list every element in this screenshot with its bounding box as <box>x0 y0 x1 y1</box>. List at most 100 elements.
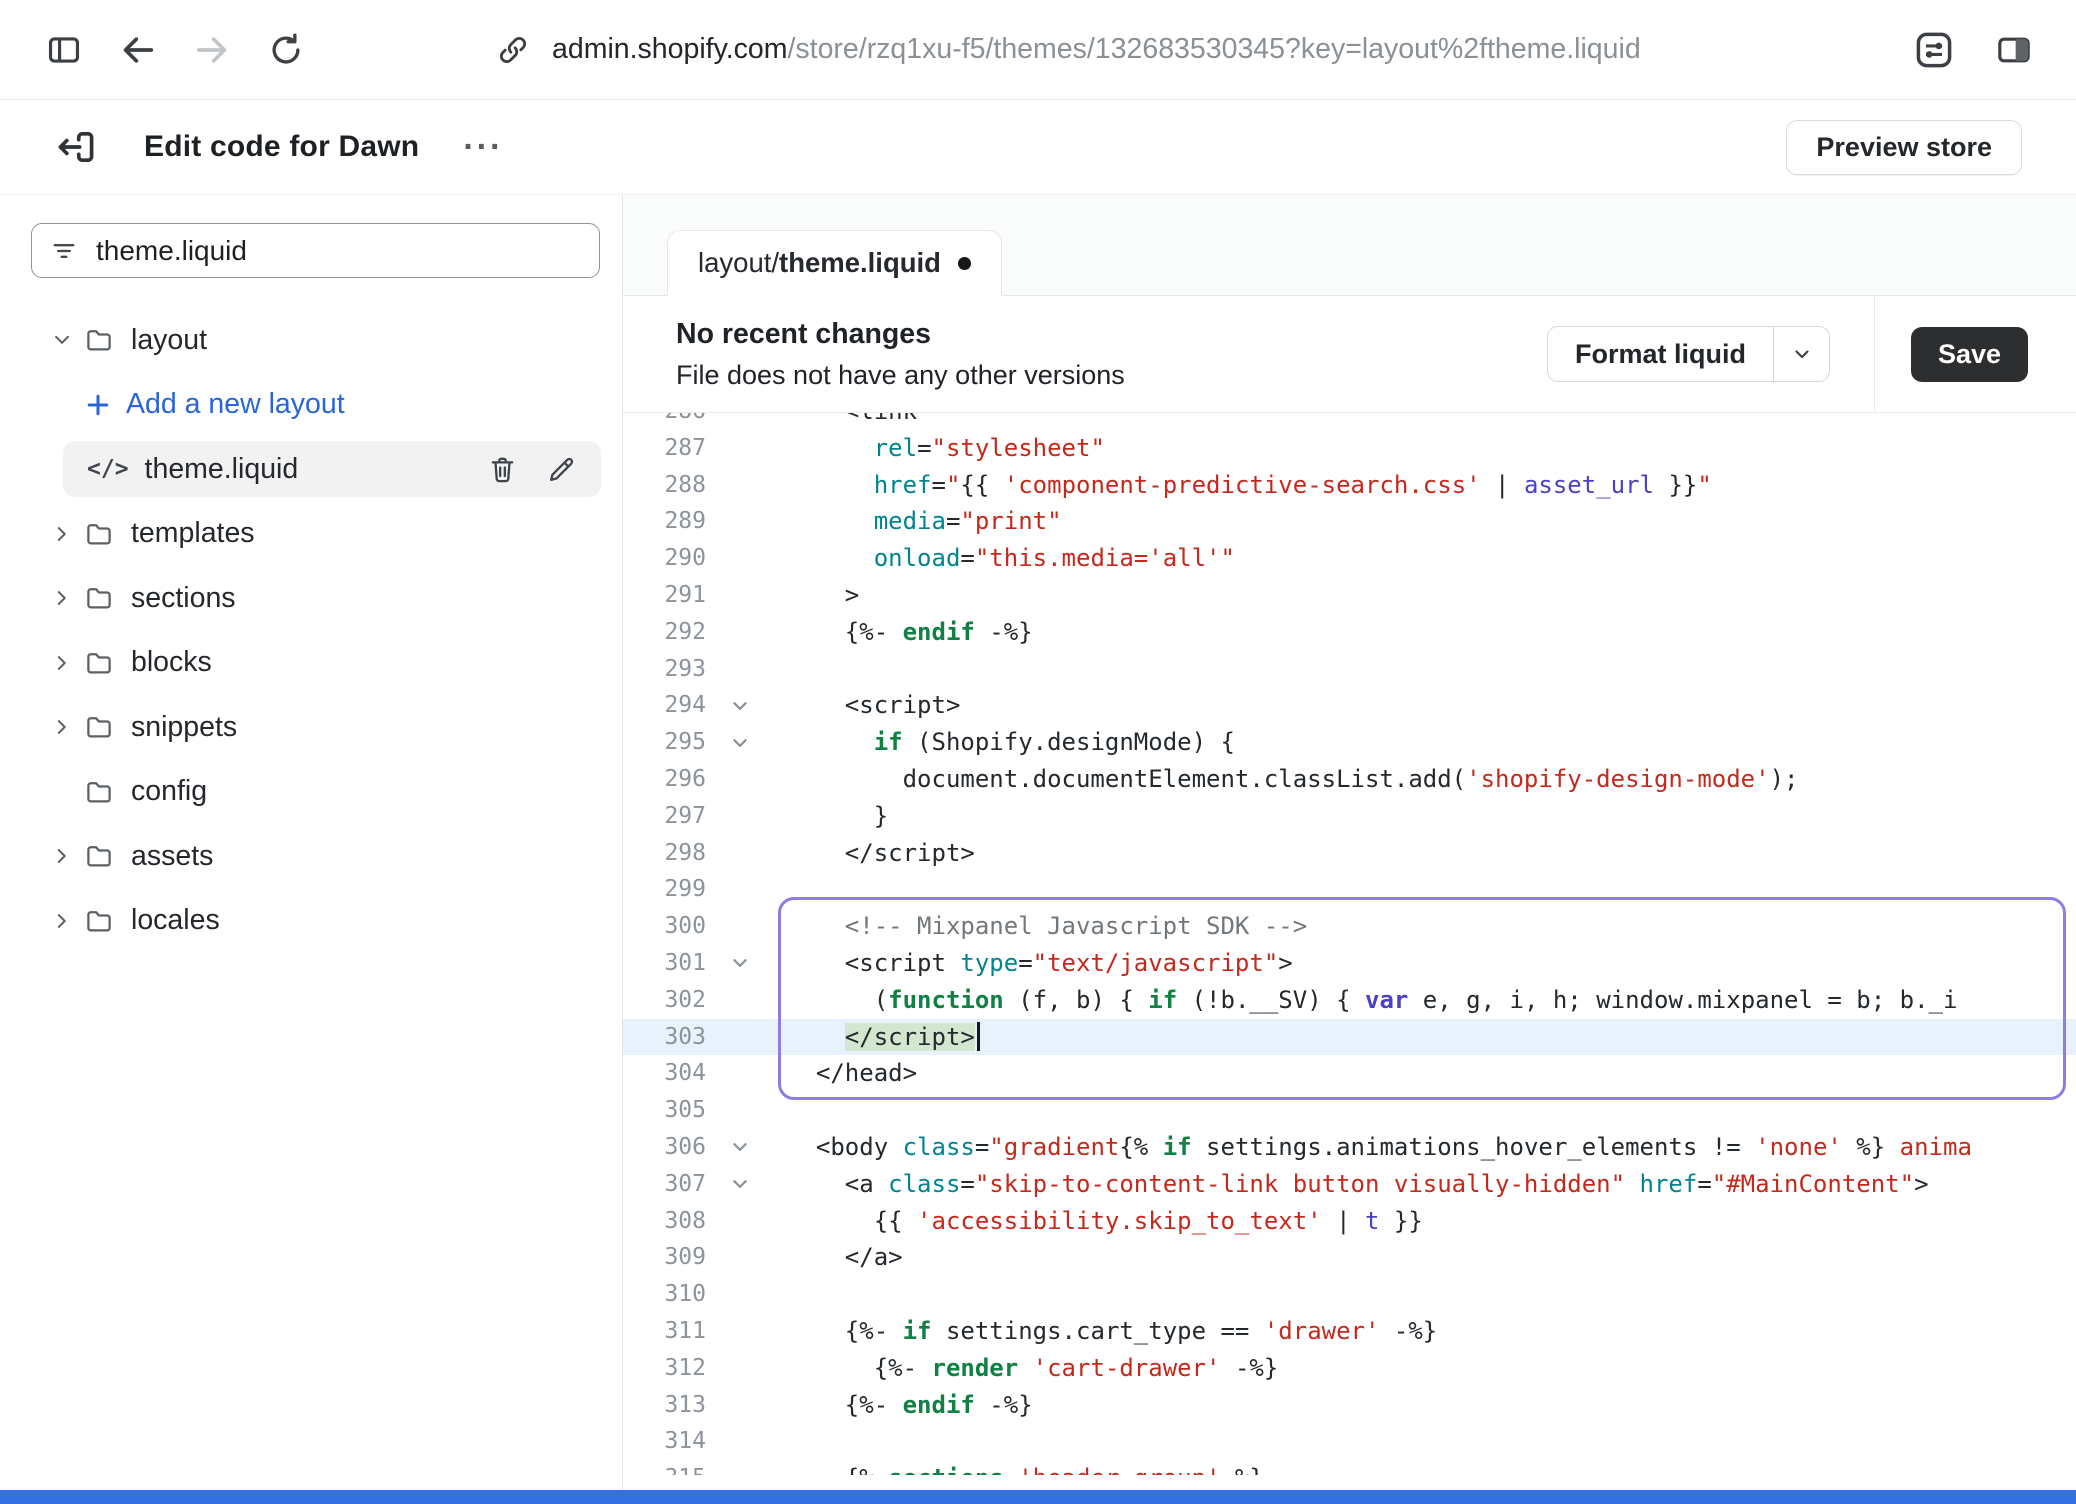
file-filter-box[interactable] <box>31 223 600 278</box>
save-zone: Save <box>1874 296 2076 412</box>
forward-icon[interactable] <box>188 26 236 74</box>
code-line-304[interactable]: 304 </head> <box>623 1055 2076 1092</box>
chevron-down-icon[interactable] <box>47 329 77 351</box>
code-line-313[interactable]: 313 {%- endif -%} <box>623 1387 2076 1424</box>
code-text: <link <box>757 413 917 430</box>
file-filter-input[interactable] <box>94 234 581 268</box>
back-icon[interactable] <box>114 26 162 74</box>
code-line-287[interactable]: 287 rel="stylesheet" <box>623 430 2076 467</box>
code-line-300[interactable]: 300 <!-- Mixpanel Javascript SDK --> <box>623 908 2076 945</box>
tree-item-locales[interactable]: locales <box>0 889 622 954</box>
tree-item-blocks[interactable]: blocks <box>0 631 622 696</box>
fold-spacer <box>723 1350 757 1387</box>
reload-icon[interactable] <box>262 26 310 74</box>
fold-spacer <box>723 540 757 577</box>
code-line-305[interactable]: 305 <box>623 1092 2076 1129</box>
folder-icon <box>81 712 117 742</box>
link-icon <box>496 33 530 67</box>
code-line-309[interactable]: 309 </a> <box>623 1239 2076 1276</box>
code-line-303[interactable]: 303 </script> <box>623 1019 2076 1056</box>
tree-item-theme-liquid[interactable]: </>theme.liquid <box>63 441 601 497</box>
code-line-298[interactable]: 298 </script> <box>623 835 2076 872</box>
code-line-293[interactable]: 293 <box>623 651 2076 688</box>
fold-down-icon[interactable] <box>723 945 757 982</box>
code-line-289[interactable]: 289 media="print" <box>623 503 2076 540</box>
fold-down-icon[interactable] <box>723 1166 757 1203</box>
code-line-302[interactable]: 302 (function (f, b) { if (!b.__SV) { va… <box>623 982 2076 1019</box>
code-line-286[interactable]: 286 <link <box>623 413 2076 430</box>
code-text <box>757 1276 787 1313</box>
tree-item-config[interactable]: config <box>0 760 622 825</box>
chevron-right-icon[interactable] <box>47 587 77 609</box>
fold-spacer <box>723 614 757 651</box>
line-number: 304 <box>623 1055 723 1092</box>
code-line-301[interactable]: 301 <script type="text/javascript"> <box>623 945 2076 982</box>
format-options-button[interactable] <box>1774 327 1829 381</box>
line-number: 289 <box>623 503 723 540</box>
code-text: > <box>757 577 859 614</box>
tree-item-assets[interactable]: assets <box>0 824 622 889</box>
code-line-296[interactable]: 296 document.documentElement.classList.a… <box>623 761 2076 798</box>
code-line-288[interactable]: 288 href="{{ 'component-predictive-searc… <box>623 467 2076 504</box>
format-liquid-button[interactable]: Format liquid <box>1548 327 1774 381</box>
code-line-314[interactable]: 314 <box>623 1423 2076 1460</box>
sidebar-toggle-icon[interactable] <box>40 26 88 74</box>
pencil-icon[interactable] <box>546 454 577 485</box>
split-view-icon[interactable] <box>1992 30 2036 70</box>
code-file-icon: </> <box>87 456 129 482</box>
line-number: 309 <box>623 1239 723 1276</box>
code-line-306[interactable]: 306 <body class="gradient{% if settings.… <box>623 1129 2076 1166</box>
code-editor-panel: layout/theme.liquid No recent changes Fi… <box>623 195 2076 1490</box>
fold-down-icon[interactable] <box>723 724 757 761</box>
code-line-291[interactable]: 291 > <box>623 577 2076 614</box>
code-line-297[interactable]: 297 } <box>623 798 2076 835</box>
fold-down-icon[interactable] <box>723 687 757 724</box>
tree-item-snippets[interactable]: snippets <box>0 695 622 760</box>
code-line-307[interactable]: 307 <a class="skip-to-content-link butto… <box>623 1166 2076 1203</box>
tree-item-label: sections <box>131 582 236 615</box>
fold-down-icon[interactable] <box>723 1129 757 1166</box>
fold-spacer <box>723 651 757 688</box>
preview-store-button[interactable]: Preview store <box>1786 120 2022 175</box>
tree-item-add-a-new-layout[interactable]: Add a new layout <box>0 373 622 438</box>
fold-spacer <box>723 1276 757 1313</box>
code-text <box>757 1092 787 1129</box>
line-number: 291 <box>623 577 723 614</box>
fold-spacer <box>723 467 757 504</box>
line-number: 305 <box>623 1092 723 1129</box>
tree-item-sections[interactable]: sections <box>0 566 622 631</box>
more-icon[interactable]: ··· <box>463 137 503 157</box>
chevron-right-icon[interactable] <box>47 845 77 867</box>
code-line-294[interactable]: 294 <script> <box>623 687 2076 724</box>
fold-spacer <box>723 577 757 614</box>
chevron-right-icon[interactable] <box>47 910 77 932</box>
address-bar[interactable]: admin.shopify.com/store/rzq1xu-f5/themes… <box>496 33 1641 67</box>
code-line-310[interactable]: 310 <box>623 1276 2076 1313</box>
line-number: 308 <box>623 1203 723 1240</box>
tree-item-templates[interactable]: templates <box>0 502 622 567</box>
chevron-right-icon[interactable] <box>47 716 77 738</box>
code-line-308[interactable]: 308 {{ 'accessibility.skip_to_text' | t … <box>623 1203 2076 1240</box>
code-line-295[interactable]: 295 if (Shopify.designMode) { <box>623 724 2076 761</box>
extensions-icon[interactable] <box>1910 28 1958 72</box>
code-line-290[interactable]: 290 onload="this.media='all'" <box>623 540 2076 577</box>
add-layout-label: Add a new layout <box>126 388 345 421</box>
code-text: <script type="text/javascript"> <box>757 945 1293 982</box>
tree-item-layout[interactable]: layout <box>0 308 622 373</box>
chevron-right-icon[interactable] <box>47 523 77 545</box>
trash-icon[interactable] <box>487 454 518 485</box>
fold-spacer <box>723 1387 757 1424</box>
code-line-312[interactable]: 312 {%- render 'cart-drawer' -%} <box>623 1350 2076 1387</box>
chevron-right-icon[interactable] <box>47 652 77 674</box>
code-line-292[interactable]: 292 {%- endif -%} <box>623 614 2076 651</box>
fold-spacer <box>723 1423 757 1460</box>
folder-icon <box>81 648 117 678</box>
code-area[interactable]: 286 <link287 rel="stylesheet"288 href="{… <box>623 413 2076 1490</box>
code-line-311[interactable]: 311 {%- if settings.cart_type == 'drawer… <box>623 1313 2076 1350</box>
save-button[interactable]: Save <box>1911 327 2028 382</box>
fold-spacer <box>723 1313 757 1350</box>
tab-theme-liquid[interactable]: layout/theme.liquid <box>667 230 1002 296</box>
fold-spacer <box>723 430 757 467</box>
exit-icon[interactable] <box>54 125 98 169</box>
code-line-299[interactable]: 299 <box>623 871 2076 908</box>
